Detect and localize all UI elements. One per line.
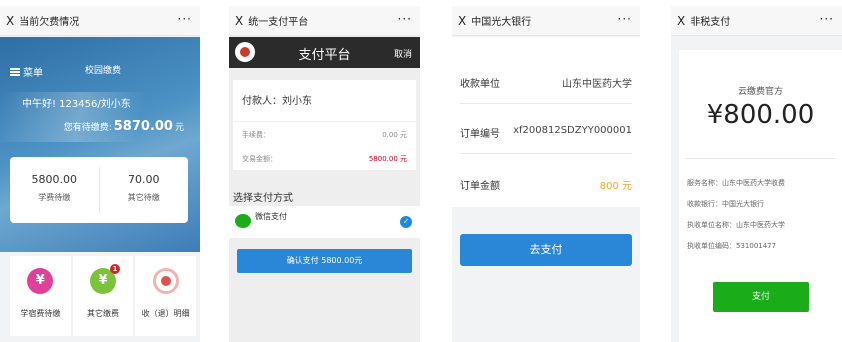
other-summary[interactable]: 70.00 其它待缴 [98, 167, 189, 213]
fee-value: 0.00 元 [382, 131, 407, 139]
payee-row: 收款单位 山东中医药大学 [460, 75, 632, 90]
order-no-value: xf200812SDZYY000001 [513, 125, 632, 136]
page-title: 当前欠费情况 [19, 17, 80, 28]
cancel-button[interactable]: 取消 [394, 47, 412, 60]
collector-name: 执收单位名称：山东中医药大学 [687, 221, 785, 229]
payee-bank: 收款银行：中国光大银行 [687, 200, 764, 208]
page-title: 中国光大银行 [471, 17, 532, 28]
divider [460, 153, 632, 154]
pending-unit: 元 [174, 123, 184, 133]
payer-card: 付款人：刘小东 手续费： 0.00 元 交易金额： 5800.00 元 [233, 80, 416, 170]
page-title: 统一支付平台 [248, 17, 309, 28]
divider [685, 158, 836, 159]
more-button[interactable]: ··· [178, 12, 192, 26]
notification-badge: 1 [110, 264, 120, 274]
wechat-pay-label: 微信支付 [255, 212, 287, 221]
tile-label: 收（退）明细 [141, 309, 190, 318]
summary-card: 5800.00 学费待缴 70.00 其它待缴 [10, 157, 188, 223]
fee-label: 手续费： [242, 131, 270, 139]
platform-title: 支付平台 [298, 48, 351, 63]
tile-tuition[interactable]: ¥ 学宿费待缴 [10, 256, 71, 336]
fee-row: 手续费： 0.00 元 [233, 121, 416, 140]
pending-label: 您有待缴费: [63, 123, 112, 133]
menu-button[interactable]: 菜单 [10, 64, 43, 79]
order-amount-row: 订单金额 800 元 [460, 177, 632, 192]
order-no-row: 订单编号 xf200812SDZYY000001 [460, 125, 632, 140]
checkmark-icon[interactable]: ✓ [400, 216, 412, 228]
title-bar: X 当前欠费情况 ··· [0, 6, 200, 36]
screen-payment-platform: X 统一支付平台 ··· 支付平台 取消 付款人：刘小东 手续费： 0.00 元… [229, 6, 420, 342]
title-bar: X 非税支付 ··· [671, 6, 842, 36]
close-button[interactable]: X [458, 14, 466, 28]
tile-label: 学宿费待缴 [20, 309, 61, 318]
amount-row: 交易金额： 5800.00 元 [233, 154, 416, 164]
more-button[interactable]: ··· [820, 12, 834, 26]
order-panel: 收款单位 山东中医药大学 订单编号 xf200812SDZYY000001 订单… [452, 37, 640, 207]
tile-other-pay[interactable]: ¥ 1 其它缴费 [72, 256, 134, 336]
close-button[interactable]: X [677, 14, 685, 28]
campus-pay-label: 校园缴费 [85, 66, 122, 76]
platform-header: 支付平台 取消 [229, 37, 420, 68]
pending-total: 您有待缴费: 5870.00 元 [64, 119, 184, 134]
yen-icon: ¥ [27, 268, 54, 294]
collector-code: 执收单位编码：531001477 [687, 242, 777, 250]
divider [460, 103, 632, 104]
amount-label: 交易金额： [242, 155, 277, 163]
go-pay-button[interactable]: 去支付 [460, 234, 632, 266]
screen-bank-order: X 中国光大银行 ··· 收款单位 山东中医药大学 订单编号 xf200812S… [452, 6, 640, 342]
menu-label: 菜单 [23, 68, 43, 79]
tile-refund-detail[interactable]: 收（退）明细 [135, 256, 197, 336]
close-button[interactable]: X [6, 14, 14, 28]
function-tiles: ¥ 学宿费待缴 ¥ 1 其它缴费 收（退）明细 [10, 256, 197, 336]
payee-label: 收款单位 [460, 79, 500, 90]
other-label: 其它待缴 [127, 193, 160, 202]
choose-method-heading: 选择支付方式 [233, 193, 293, 204]
payer-name: 付款人：刘小东 [242, 96, 312, 107]
other-amount: 70.00 [128, 173, 160, 186]
pay-button[interactable]: 支付 [713, 282, 809, 312]
tuition-amount: 5800.00 [31, 173, 78, 186]
close-button[interactable]: X [235, 14, 243, 28]
more-button[interactable]: ··· [398, 12, 412, 26]
title-bar: X 统一支付平台 ··· [229, 6, 420, 36]
menu-icon [10, 67, 20, 76]
service-name: 服务名称：山东中医药大学收费 [687, 179, 785, 187]
payment-panel: 云缴费官方 ¥800.00 服务名称：山东中医药大学收费 收款银行：中国光大银行… [679, 50, 842, 342]
payment-amount: ¥800.00 [706, 100, 815, 130]
order-amount-label: 订单金额 [460, 181, 500, 192]
greeting-text: 中午好! 123456/刘小东 [22, 99, 131, 110]
wechat-icon [235, 214, 251, 228]
amount-value: 5800.00 元 [368, 155, 407, 163]
payee-value: 山东中医药大学 [562, 79, 632, 90]
tuition-summary[interactable]: 5800.00 学费待缴 [10, 157, 99, 223]
merchant-name: 云缴费官方 [737, 87, 783, 97]
order-amount-value: 800 元 [599, 181, 632, 192]
tile-label: 其它缴费 [87, 309, 119, 318]
yen-icon: ¥ 1 [90, 264, 120, 294]
target-icon [152, 268, 179, 294]
screen-arrears: X 当前欠费情况 ··· 菜单 校园缴费 中午好! 123456/刘小东 您有待… [0, 6, 200, 342]
order-no-label: 订单编号 [460, 129, 500, 140]
title-bar: X 中国光大银行 ··· [452, 6, 640, 36]
confirm-pay-button[interactable]: 确认支付 5800.00元 [237, 249, 412, 273]
pending-amount: 5870.00 [113, 119, 173, 134]
wechat-pay-option[interactable]: 微信支付 ✓ [229, 206, 420, 238]
tuition-label: 学费待缴 [38, 193, 71, 202]
screen-nontax-pay: X 非税支付 ··· 云缴费官方 ¥800.00 服务名称：山东中医药大学收费 … [671, 6, 842, 342]
page-title: 非税支付 [690, 17, 731, 28]
more-button[interactable]: ··· [618, 12, 632, 26]
